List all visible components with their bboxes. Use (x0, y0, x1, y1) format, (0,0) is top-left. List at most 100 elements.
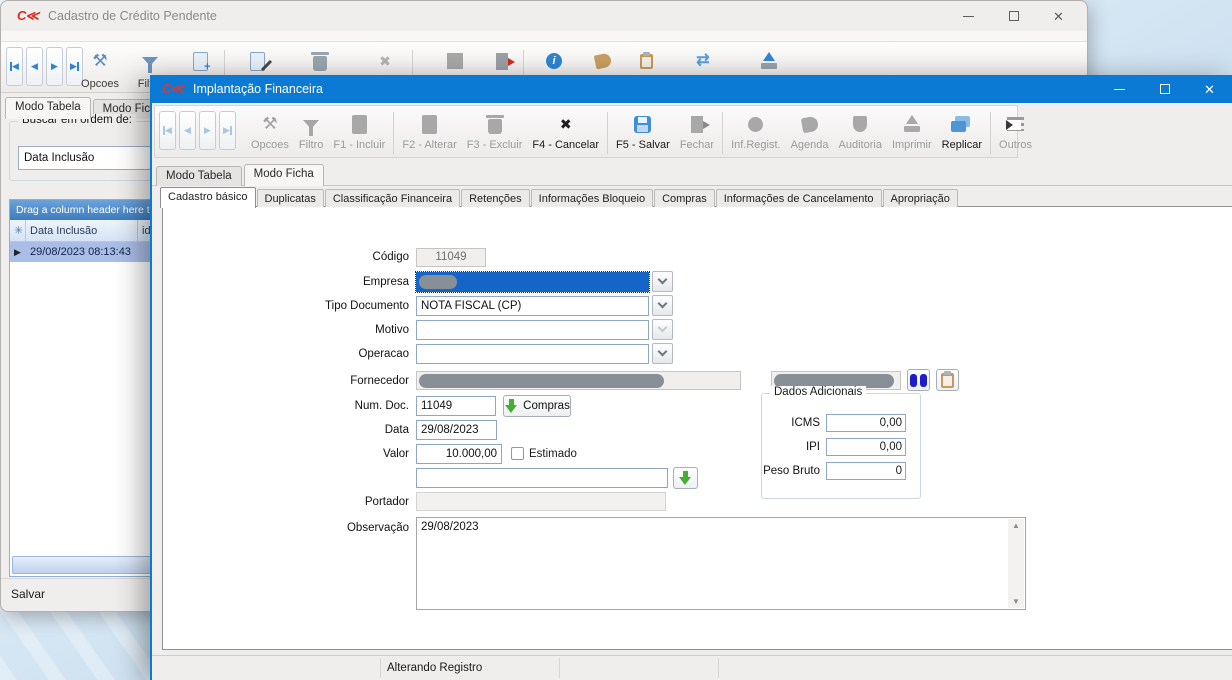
document-edit-icon (250, 52, 265, 71)
lookup-field[interactable] (416, 468, 668, 488)
toolbar-auditoria-button[interactable]: Auditoria (834, 111, 887, 151)
green-down-arrow-icon (504, 399, 519, 414)
peso-bruto-field[interactable]: 0 (826, 462, 906, 480)
bg-close-button[interactable]: ✕ (1036, 10, 1081, 23)
bg-incluir-button[interactable]: + (177, 48, 223, 74)
first-record-button[interactable]: ◀ (159, 111, 176, 150)
bg-alterar-button[interactable] (234, 48, 280, 74)
bg-record-navigator[interactable]: ◀ ◀ ▶ ▶ (6, 47, 83, 86)
prev-record-button[interactable]: ◀ (26, 47, 43, 86)
button-label: Opcoes (251, 139, 289, 151)
fornecedor-search-button[interactable] (907, 369, 930, 391)
observacao-scrollbar[interactable]: ▲ ▼ (1008, 519, 1024, 608)
toolbar-agenda-button[interactable]: Agenda (786, 111, 834, 151)
fg-maximize-button[interactable] (1142, 84, 1187, 94)
grid-column-data-inclusao[interactable]: Data Inclusão (26, 220, 138, 241)
toolbar-cancelar-button[interactable]: F4 - Cancelar (527, 111, 604, 151)
observacao-textarea[interactable]: 29/08/2023 ▲ ▼ (416, 517, 1026, 610)
motivo-combobox[interactable] (416, 320, 649, 340)
tab-modo-tabela[interactable]: Modo Tabela (156, 166, 242, 186)
first-record-button[interactable]: ◀ (6, 47, 23, 86)
bg-imprimir-button[interactable] (746, 48, 792, 74)
bg-agenda-button[interactable] (580, 48, 626, 74)
button-label: Fechar (680, 139, 714, 151)
toolbar-excluir-button[interactable]: F3 - Excluir (462, 111, 528, 151)
subtab-cadastro-basico[interactable]: Cadastro básico (160, 187, 256, 208)
button-label: Filtro (299, 139, 323, 151)
bg-minimize-button[interactable] (946, 16, 991, 17)
fg-titlebar[interactable]: C≪ Implantação Financeira ✕ (152, 75, 1232, 103)
bg-replicar-button[interactable] (680, 48, 726, 74)
toolbar-incluir-button[interactable]: F1 - Incluir (328, 111, 390, 151)
tab-modo-ficha[interactable]: Modo Ficha (244, 164, 324, 186)
data-field[interactable]: 29/08/2023 (416, 420, 497, 440)
scroll-down-icon[interactable]: ▼ (1012, 597, 1020, 606)
grid-horizontal-scrollbar[interactable] (12, 556, 172, 574)
toolbar-filtro-button[interactable]: Filtro (294, 111, 328, 151)
icms-field[interactable]: 0,00 (826, 414, 906, 432)
toolbar-opcoes-button[interactable]: Opcoes (246, 111, 294, 151)
document-add-icon (352, 115, 367, 134)
subtab-informacoes-cancelamento[interactable]: Informações de Cancelamento (716, 189, 882, 207)
ipi-label: IPI (762, 441, 820, 453)
app-logo-icon: C≪ (162, 81, 183, 97)
subtab-classificacao-financeira[interactable]: Classificação Financeira (325, 189, 460, 207)
bg-opcoes-button[interactable]: Opcoes (77, 48, 123, 90)
subtab-retencoes[interactable]: Retenções (461, 189, 530, 207)
bg-salvar-button[interactable] (432, 48, 478, 74)
empresa-dropdown-button[interactable] (652, 271, 673, 292)
bg-titlebar[interactable]: C≪ Cadastro de Crédito Pendente ✕ (1, 1, 1087, 31)
toolbar-infregist-button[interactable]: Inf.Regist. (726, 111, 786, 151)
subtab-duplicatas[interactable]: Duplicatas (257, 189, 324, 207)
next-record-button[interactable]: ▶ (46, 47, 63, 86)
fg-minimize-button[interactable] (1097, 89, 1142, 90)
tipo-documento-combobox[interactable]: NOTA FISCAL (CP) (416, 296, 649, 316)
subtab-informacoes-bloqueio[interactable]: Informações Bloqueio (531, 189, 653, 207)
bg-infregist-button[interactable]: i (531, 48, 577, 74)
bg-window-title: Cadastro de Crédito Pendente (48, 9, 217, 23)
estimado-checkbox[interactable] (511, 447, 524, 460)
toolbar-salvar-button[interactable]: F5 - Salvar (611, 111, 675, 151)
num-doc-field[interactable]: 11049 (416, 396, 496, 416)
scroll-up-icon[interactable]: ▲ (1012, 521, 1020, 530)
bg-auditoria-button[interactable] (623, 48, 669, 74)
toolbar-imprimir-button[interactable]: Imprimir (887, 111, 937, 151)
info-icon: i (546, 53, 562, 69)
operacao-dropdown-button[interactable] (652, 343, 673, 364)
upload-print-icon (761, 52, 777, 70)
subtab-compras[interactable]: Compras (654, 189, 715, 207)
clipboard-icon (640, 54, 653, 69)
bg-cancelar-button[interactable] (362, 48, 408, 74)
next-record-button[interactable]: ▶ (199, 111, 216, 150)
bg-tab-modo-tabela[interactable]: Modo Tabela (5, 97, 91, 119)
fg-record-navigator[interactable]: ◀ ◀ ▶ ▶ (159, 111, 236, 150)
fg-window-title: Implantação Financeira (193, 82, 323, 96)
fornecedor-paste-button[interactable] (936, 369, 959, 391)
motivo-dropdown-button[interactable] (652, 319, 673, 340)
fg-close-button[interactable]: ✕ (1187, 83, 1232, 96)
last-record-button[interactable]: ▶ (219, 111, 236, 150)
grid-cell-data-inclusao[interactable]: 29/08/2023 08:13:43 (26, 242, 138, 262)
lookup-action-button[interactable] (673, 467, 698, 489)
button-label: F1 - Incluir (333, 139, 385, 151)
button-label: F4 - Cancelar (532, 139, 599, 151)
empresa-combobox[interactable] (416, 272, 649, 292)
ipi-field[interactable]: 0,00 (826, 438, 906, 456)
operacao-combobox[interactable] (416, 344, 649, 364)
valor-field[interactable]: 10.000,00 (416, 444, 502, 464)
save-floppy-icon (634, 116, 651, 133)
tipo-documento-label: Tipo Documento (229, 300, 409, 312)
search-order-combobox[interactable]: Data Inclusão (18, 146, 170, 170)
tipo-documento-dropdown-button[interactable] (652, 295, 673, 316)
toolbar-replicar-button[interactable]: Replicar (937, 111, 987, 151)
subtab-apropriacao[interactable]: Apropriação (883, 189, 958, 207)
bg-fechar-button[interactable] (479, 48, 525, 74)
bg-maximize-button[interactable] (991, 11, 1036, 21)
toolbar-outros-button[interactable]: Outros (994, 111, 1037, 151)
tag-icon (594, 52, 613, 69)
prev-record-button[interactable]: ◀ (179, 111, 196, 150)
compras-button[interactable]: Compras (503, 395, 571, 417)
bg-excluir-button[interactable] (297, 48, 343, 74)
toolbar-fechar-button[interactable]: Fechar (675, 111, 719, 151)
toolbar-alterar-button[interactable]: F2 - Alterar (397, 111, 461, 151)
